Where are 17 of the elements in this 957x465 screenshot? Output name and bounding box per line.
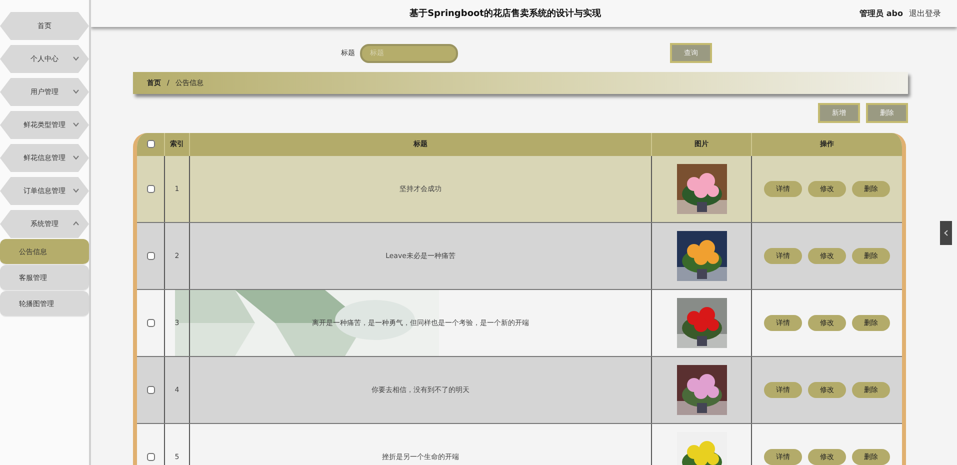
- row-checkbox[interactable]: [146, 184, 154, 193]
- chevron-down-icon: [73, 188, 79, 193]
- chevron-left-icon: [944, 230, 948, 236]
- row-checkbox[interactable]: [146, 386, 154, 394]
- chevron-down-icon: [73, 89, 79, 94]
- row-checkbox[interactable]: [146, 318, 154, 327]
- chevron-down-icon: [73, 122, 79, 127]
- chevron-down-icon: [73, 56, 79, 61]
- row-checkbox[interactable]: [146, 452, 154, 461]
- chevron-up-icon: [73, 221, 79, 226]
- app-title: 基于Springboot的花店售卖系统的设计与实现: [408, 7, 602, 20]
- collapse-tab[interactable]: [940, 221, 952, 245]
- select-all-checkbox[interactable]: [146, 140, 154, 148]
- chevron-down-icon: [73, 155, 79, 160]
- row-checkbox[interactable]: [146, 252, 154, 260]
- logout-link[interactable]: 退出登录: [909, 8, 941, 19]
- user-label: 管理员 abo: [860, 8, 903, 19]
